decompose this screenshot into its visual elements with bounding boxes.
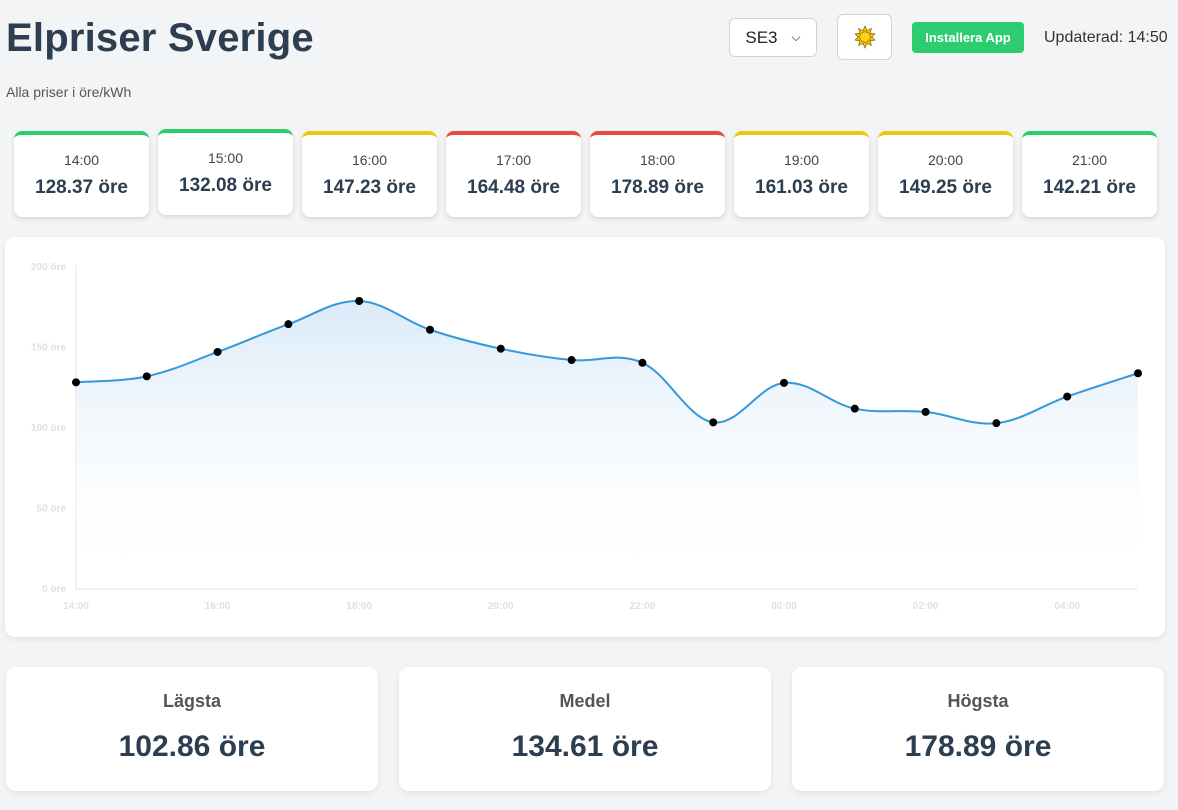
hour-card-price: 178.89 öre — [611, 177, 704, 198]
hour-card-price: 161.03 öre — [755, 177, 848, 198]
hour-card-price: 164.48 öre — [467, 177, 560, 198]
hour-card: 20:00 149.25 öre — [878, 131, 1013, 217]
stat-value: 134.61 öre — [511, 730, 659, 763]
page-subtitle: Alla priser i öre/kWh — [6, 84, 132, 100]
data-point[interactable] — [1063, 392, 1072, 401]
y-tick-label: 200 öre — [31, 262, 66, 273]
data-point[interactable] — [496, 344, 505, 353]
hour-card-price: 142.21 öre — [1043, 177, 1136, 198]
hour-card-time: 18:00 — [639, 152, 676, 168]
data-point[interactable] — [850, 404, 859, 413]
hour-card: 15:00 132.08 öre — [158, 129, 293, 215]
hour-card: 21:00 142.21 öre — [1022, 131, 1157, 217]
data-point[interactable] — [992, 419, 1001, 428]
hour-card-time: 21:00 — [1071, 152, 1108, 168]
data-point[interactable] — [72, 378, 80, 387]
updated-timestamp: Updaterad: 14:50 — [1044, 29, 1168, 46]
y-tick-label: 150 öre — [31, 343, 66, 354]
hour-card-time: 20:00 — [927, 152, 964, 168]
install-app-button[interactable]: Installera App — [912, 22, 1024, 53]
hour-card-time: 14:00 — [63, 152, 100, 168]
x-tick-label: 20:00 — [488, 601, 514, 612]
hour-card: 17:00 164.48 öre — [446, 131, 581, 217]
chevron-down-icon: ⌵ — [791, 30, 801, 44]
hour-card-time: 19:00 — [783, 152, 820, 168]
theme-toggle-button[interactable] — [837, 14, 892, 60]
data-point[interactable] — [284, 320, 293, 329]
stat-value: 178.89 öre — [904, 730, 1052, 763]
hour-card: 14:00 128.37 öre — [14, 131, 149, 217]
x-tick-label: 22:00 — [630, 601, 656, 612]
data-point[interactable] — [355, 296, 364, 305]
stat-label: Lägsta — [162, 691, 222, 711]
stat-label: Medel — [559, 691, 611, 711]
x-tick-label: 00:00 — [771, 601, 797, 612]
hour-card: 18:00 178.89 öre — [590, 131, 725, 217]
stat-label: Högsta — [947, 691, 1009, 711]
data-point[interactable] — [213, 347, 222, 356]
stat-card-lowest: Lägsta 102.86 öre — [6, 667, 378, 791]
hour-card-time: 15:00 — [207, 150, 244, 166]
y-tick-label: 0 öre — [42, 584, 66, 595]
data-point[interactable] — [921, 407, 930, 416]
region-select-value: SE3 — [745, 27, 778, 47]
data-point[interactable] — [426, 325, 434, 334]
stats-row: Lägsta 102.86 öre Medel 134.61 öre Högst… — [6, 667, 1164, 791]
x-tick-label: 02:00 — [913, 601, 939, 612]
y-tick-label: 100 öre — [31, 423, 66, 434]
hour-card-time: 17:00 — [495, 152, 532, 168]
hour-card: 19:00 161.03 öre — [734, 131, 869, 217]
price-chart: 0 öre 50 öre 100 öre 150 öre 200 öre 14:00 16… — [31, 262, 1142, 612]
x-tick-label: 14:00 — [63, 601, 89, 612]
hour-cards: 14:00 128.37 öre 15:00 132.08 öre 16:00 … — [14, 129, 1157, 217]
hour-card-price: 149.25 öre — [899, 177, 992, 198]
x-tick-label: 16:00 — [205, 601, 231, 612]
price-chart-card: 0 öre 50 öre 100 öre 150 öre 200 öre 14:00 16… — [5, 237, 1165, 637]
data-point[interactable] — [142, 372, 151, 381]
hour-card-price: 128.37 öre — [35, 177, 128, 198]
hour-card-price: 147.23 öre — [323, 177, 416, 198]
data-point[interactable] — [1134, 369, 1142, 378]
stat-value: 102.86 öre — [118, 730, 266, 763]
stat-card-average: Medel 134.61 öre — [399, 667, 771, 791]
x-tick-label: 04:00 — [1054, 601, 1080, 612]
data-point[interactable] — [567, 356, 576, 365]
hour-card-price: 132.08 öre — [179, 175, 272, 196]
x-tick-label: 18:00 — [346, 601, 372, 612]
page-title: Elpriser Sverige — [6, 16, 314, 60]
stat-card-highest: Högsta 178.89 öre — [792, 667, 1164, 791]
y-tick-label: 50 öre — [37, 504, 67, 515]
hour-card-time: 16:00 — [351, 152, 388, 168]
region-select[interactable]: SE3 ⌵ — [729, 18, 817, 57]
sun-icon — [853, 25, 876, 49]
hour-card: 16:00 147.23 öre — [302, 131, 437, 217]
data-point[interactable] — [780, 378, 788, 387]
data-point[interactable] — [638, 358, 647, 367]
data-point[interactable] — [709, 418, 718, 427]
